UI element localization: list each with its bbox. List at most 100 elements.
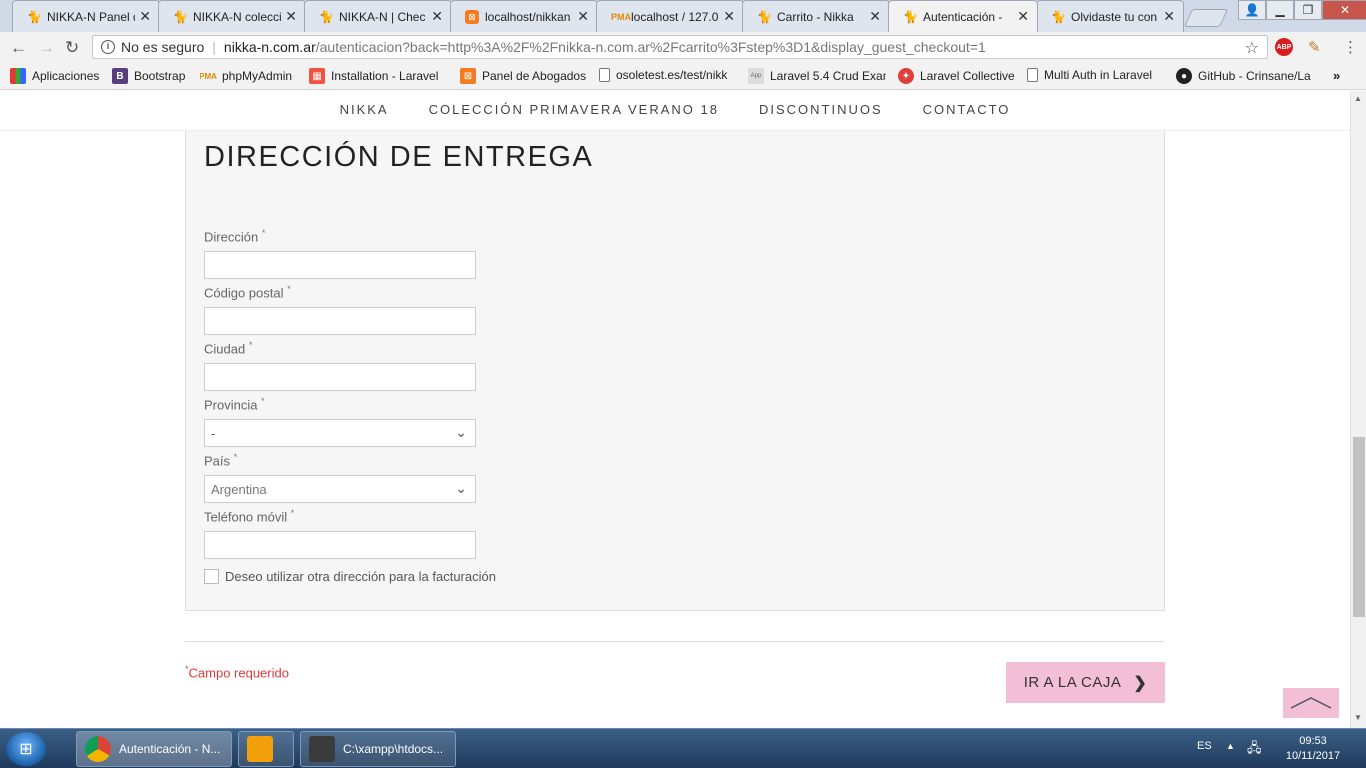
- bookmark-laravel-crud[interactable]: App Laravel 5.4 Crud Exan: [748, 68, 886, 84]
- city-input[interactable]: [204, 363, 476, 391]
- tab-5[interactable]: PMA localhost / 127.0 ✕: [596, 0, 744, 32]
- taskbar-sublime[interactable]: C:\xampp\htdocs...: [300, 731, 456, 767]
- restore-button[interactable]: ❐: [1294, 0, 1322, 20]
- chevron-up-icon: [1290, 697, 1332, 709]
- city-label: Ciudad *: [204, 340, 253, 357]
- windows-taskbar: ⊞ Autenticación - N... C:\xampp\htdocs..…: [0, 728, 1366, 768]
- extension-icon[interactable]: ✎: [1308, 38, 1321, 56]
- close-icon[interactable]: ✕: [869, 8, 881, 25]
- nav-contacto[interactable]: CONTACTO: [923, 91, 1011, 130]
- province-label: Provincia *: [204, 396, 265, 413]
- address-input[interactable]: [204, 251, 476, 279]
- close-icon[interactable]: ✕: [577, 8, 589, 25]
- new-tab-button[interactable]: [1183, 9, 1229, 27]
- laravel-icon: ▦: [309, 68, 325, 84]
- adblock-icon[interactable]: ABP: [1275, 38, 1293, 56]
- cat-icon: 🐈: [319, 9, 334, 24]
- page-viewport: NIKKA COLECCIÓN PRIMAVERA VERANO 18 DISC…: [0, 91, 1350, 728]
- scroll-up-arrow-icon[interactable]: ▲: [1354, 94, 1362, 103]
- profile-icon[interactable]: 👤: [1238, 0, 1266, 20]
- close-icon[interactable]: ✕: [139, 8, 151, 25]
- bookmark-apps[interactable]: Aplicaciones: [10, 68, 99, 84]
- bookmarks-bar: Aplicaciones B Bootstrap PMA phpMyAdmin …: [0, 62, 1366, 90]
- close-icon[interactable]: ✕: [285, 8, 297, 25]
- mobile-phone-input[interactable]: [204, 531, 476, 559]
- bookmark-laravel-collective[interactable]: ✦ Laravel Collective: [898, 68, 1015, 84]
- nav-discontinuos[interactable]: DISCONTINUOS: [759, 91, 883, 130]
- reload-icon[interactable]: ↻: [65, 38, 79, 58]
- country-select[interactable]: Argentina ⌄: [204, 475, 476, 503]
- apps-grid-icon: [10, 68, 26, 84]
- bookmark-laravel-install[interactable]: ▦ Installation - Laravel: [309, 68, 451, 84]
- address-bar[interactable]: i No es seguro | nikka-n.com.ar/autentic…: [92, 35, 1268, 59]
- minimize-button[interactable]: ▁: [1266, 0, 1294, 20]
- taskbar-outlook[interactable]: [238, 731, 294, 767]
- billing-checkbox[interactable]: [204, 569, 219, 584]
- billing-address-option[interactable]: Deseo utilizar otra dirección para la fa…: [204, 569, 496, 584]
- xampp-icon: ⊠: [465, 9, 479, 24]
- go-to-checkout-button[interactable]: IR A LA CAJA ❯: [1006, 662, 1165, 703]
- security-label[interactable]: No es seguro: [121, 39, 204, 55]
- delivery-address-panel: DIRECCIÓN DE ENTREGA Dirección * Código …: [185, 131, 1165, 611]
- tab-8[interactable]: 🐈 Olvidaste tu con ✕: [1036, 0, 1184, 32]
- language-indicator[interactable]: ES: [1197, 740, 1212, 752]
- tab-2[interactable]: 🐈 NIKKA-N colecci ✕: [158, 0, 306, 32]
- outlook-icon: [247, 736, 273, 762]
- system-clock[interactable]: 09:53 10/11/2017: [1280, 734, 1346, 764]
- close-icon[interactable]: ✕: [723, 8, 735, 25]
- tab-3[interactable]: 🐈 NIKKA-N | Chec ✕: [304, 0, 452, 32]
- pma-icon: PMA: [200, 71, 217, 81]
- close-icon[interactable]: ✕: [1163, 8, 1175, 25]
- chrome-icon: [85, 736, 111, 762]
- tab-6[interactable]: 🐈 Carrito - Nikka ✕: [742, 0, 890, 32]
- province-select[interactable]: - ⌄: [204, 419, 476, 447]
- network-icon[interactable]: 🖧: [1247, 739, 1262, 761]
- form-title: DIRECCIÓN DE ENTREGA: [204, 141, 594, 173]
- bookmark-panel-abogados[interactable]: ⊠ Panel de Abogados: [460, 68, 586, 84]
- cat-icon: 🐈: [27, 9, 42, 24]
- close-icon[interactable]: ✕: [431, 8, 443, 25]
- window-controls: 👤 ▁ ❐ ✕: [1238, 0, 1366, 20]
- postal-code-input[interactable]: [204, 307, 476, 335]
- scrollbar-thumb[interactable]: [1353, 437, 1365, 617]
- info-icon[interactable]: i: [101, 40, 115, 54]
- address-label: Dirección *: [204, 228, 266, 245]
- page-scrollbar[interactable]: ▲ ▼: [1350, 91, 1366, 728]
- tab-4[interactable]: ⊠ localhost/nikkan ✕: [450, 0, 598, 32]
- scroll-to-top-button[interactable]: [1283, 688, 1339, 718]
- cat-icon: 🐈: [173, 9, 188, 24]
- forward-arrow-icon[interactable]: →: [38, 38, 55, 58]
- page-icon: [599, 68, 610, 82]
- bookmark-github[interactable]: ● GitHub - Crinsane/La: [1176, 68, 1314, 84]
- postal-code-label: Código postal *: [204, 284, 291, 301]
- nav-coleccion[interactable]: COLECCIÓN PRIMAVERA VERANO 18: [429, 91, 719, 130]
- scroll-down-arrow-icon[interactable]: ▼: [1354, 713, 1362, 722]
- taskbar-chrome[interactable]: Autenticación - N...: [76, 731, 232, 767]
- close-window-button[interactable]: ✕: [1322, 0, 1366, 20]
- bookmark-multi-auth[interactable]: Multi Auth in Laravel: [1027, 68, 1161, 82]
- country-label: País *: [204, 452, 238, 469]
- billing-checkbox-label: Deseo utilizar otra dirección para la fa…: [225, 569, 496, 584]
- page-icon: [1027, 68, 1038, 82]
- tray-expand-icon[interactable]: ▲: [1226, 741, 1235, 751]
- github-icon: ●: [1176, 68, 1192, 84]
- tab-7-active[interactable]: 🐈 Autenticación - ✕: [888, 0, 1038, 32]
- chevron-right-icon: ❯: [1133, 674, 1148, 692]
- cat-icon: 🐈: [1051, 9, 1066, 24]
- start-button[interactable]: ⊞: [6, 732, 46, 766]
- appdiv-icon: App: [748, 68, 764, 84]
- bookmark-star-icon[interactable]: ☆: [1245, 38, 1259, 58]
- pma-icon: PMA: [611, 11, 631, 22]
- close-icon[interactable]: ✕: [1017, 8, 1029, 25]
- back-arrow-icon[interactable]: ←: [10, 38, 27, 58]
- separator: |: [212, 39, 216, 55]
- tab-1[interactable]: 🐈 NIKKA-N Panel d ✕: [12, 0, 160, 32]
- bookmark-phpmyadmin[interactable]: PMA phpMyAdmin: [200, 68, 292, 84]
- url-host: nikka-n.com.ar: [223, 39, 316, 55]
- menu-icon[interactable]: ⋮: [1343, 38, 1358, 56]
- cat-icon: 🐈: [757, 9, 772, 24]
- nav-nikka[interactable]: NIKKA: [340, 91, 389, 130]
- more-bookmarks-chevron-icon[interactable]: »: [1333, 68, 1340, 83]
- bookmark-osoletest[interactable]: osoletest.es/test/nikk: [599, 68, 737, 82]
- bookmark-bootstrap[interactable]: B Bootstrap: [112, 68, 185, 84]
